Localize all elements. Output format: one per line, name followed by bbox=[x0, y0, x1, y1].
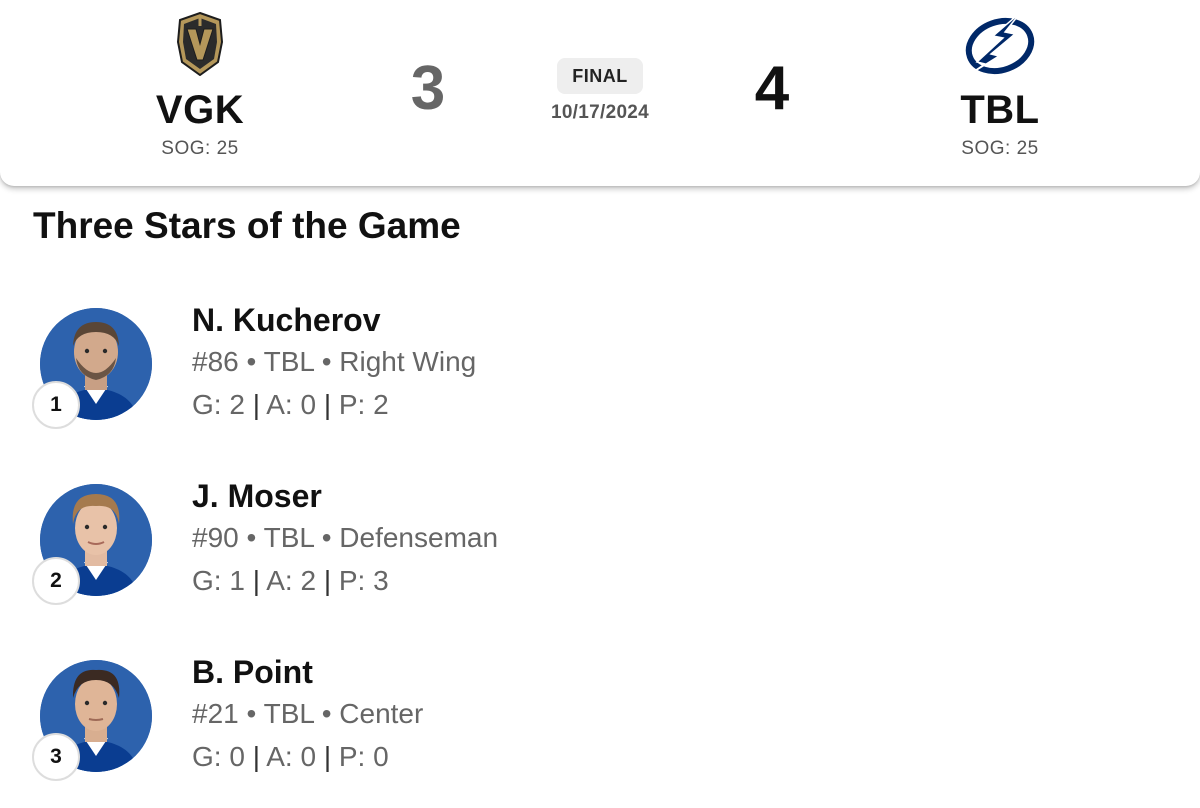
meta-separator: • bbox=[321, 522, 332, 553]
scoreboard: VGK SOG: 25 3 FINAL 10/17/2024 4 TBL SOG… bbox=[0, 0, 1200, 186]
star-info: B. Point #21 • TBL • Center G: 0 | A: 0 … bbox=[192, 652, 423, 774]
player-avatar-wrap: 3 bbox=[32, 660, 156, 784]
final-badge: FINAL bbox=[557, 58, 643, 94]
stat-points: P: 3 bbox=[338, 565, 389, 596]
section-title: Three Stars of the Game bbox=[33, 205, 461, 246]
star-row-3[interactable]: 3 B. Point #21 • TBL • Center G: 0 | A: … bbox=[0, 654, 1200, 790]
player-stats: G: 1 | A: 2 | P: 3 bbox=[192, 564, 498, 598]
player-number: #86 bbox=[192, 346, 239, 377]
away-team[interactable]: VGK SOG: 25 bbox=[80, 0, 320, 160]
stat-separator: | bbox=[323, 741, 332, 772]
home-score: 4 bbox=[754, 54, 790, 123]
meta-separator: • bbox=[246, 698, 257, 729]
home-team[interactable]: TBL SOG: 25 bbox=[880, 0, 1120, 160]
star-info: N. Kucherov #86 • TBL • Right Wing G: 2 … bbox=[192, 300, 476, 422]
stat-assists: A: 0 bbox=[266, 389, 317, 420]
player-name[interactable]: N. Kucherov bbox=[192, 300, 476, 340]
player-stats: G: 2 | A: 0 | P: 2 bbox=[192, 388, 476, 422]
player-name[interactable]: J. Moser bbox=[192, 476, 498, 516]
stat-separator: | bbox=[252, 565, 260, 596]
player-team: TBL bbox=[263, 698, 314, 729]
player-avatar-wrap: 1 bbox=[32, 308, 156, 432]
player-stats: G: 0 | A: 0 | P: 0 bbox=[192, 740, 423, 774]
away-team-sog: SOG: 25 bbox=[161, 138, 239, 159]
player-team: TBL bbox=[263, 522, 314, 553]
stat-separator: | bbox=[323, 565, 332, 596]
meta-separator: • bbox=[321, 698, 332, 729]
game-status: FINAL 10/17/2024 bbox=[500, 58, 700, 124]
home-team-abbr: TBL bbox=[960, 88, 1040, 132]
player-meta: #90 • TBL • Defenseman bbox=[192, 521, 498, 555]
home-team-sog: SOG: 25 bbox=[961, 138, 1039, 159]
player-number: #90 bbox=[192, 522, 239, 553]
golden-knights-helmet-icon bbox=[176, 12, 224, 76]
meta-separator: • bbox=[246, 522, 257, 553]
player-meta: #86 • TBL • Right Wing bbox=[192, 345, 476, 379]
meta-separator: • bbox=[246, 346, 257, 377]
player-meta: #21 • TBL • Center bbox=[192, 697, 423, 731]
player-team: TBL bbox=[263, 346, 314, 377]
stat-points: P: 0 bbox=[338, 741, 389, 772]
stat-assists: A: 2 bbox=[266, 565, 317, 596]
star-info: J. Moser #90 • TBL • Defenseman G: 1 | A… bbox=[192, 476, 498, 598]
player-avatar-wrap: 2 bbox=[32, 484, 156, 608]
player-number: #21 bbox=[192, 698, 239, 729]
lightning-bolt-icon bbox=[965, 11, 1035, 77]
away-team-abbr: VGK bbox=[155, 88, 245, 132]
stat-points: P: 2 bbox=[338, 389, 389, 420]
rank-badge: 3 bbox=[32, 733, 80, 781]
player-position: Right Wing bbox=[339, 346, 477, 377]
stat-assists: A: 0 bbox=[266, 741, 317, 772]
stat-separator: | bbox=[323, 389, 332, 420]
stat-separator: | bbox=[252, 741, 260, 772]
stat-goals: G: 1 bbox=[192, 565, 245, 596]
meta-separator: • bbox=[321, 346, 332, 377]
game-date: 10/17/2024 bbox=[550, 102, 650, 123]
away-score: 3 bbox=[410, 54, 446, 123]
rank-badge: 2 bbox=[32, 557, 80, 605]
star-row-2[interactable]: 2 J. Moser #90 • TBL • Defenseman G: 1 |… bbox=[0, 478, 1200, 614]
rank-badge: 1 bbox=[32, 381, 80, 429]
stat-goals: G: 2 bbox=[192, 389, 245, 420]
star-row-1[interactable]: 1 N. Kucherov #86 • TBL • Right Wing G: … bbox=[0, 302, 1200, 438]
stat-separator: | bbox=[252, 389, 260, 420]
stat-goals: G: 0 bbox=[192, 741, 245, 772]
player-position: Center bbox=[339, 698, 424, 729]
player-position: Defenseman bbox=[339, 522, 499, 553]
player-name[interactable]: B. Point bbox=[192, 652, 423, 692]
